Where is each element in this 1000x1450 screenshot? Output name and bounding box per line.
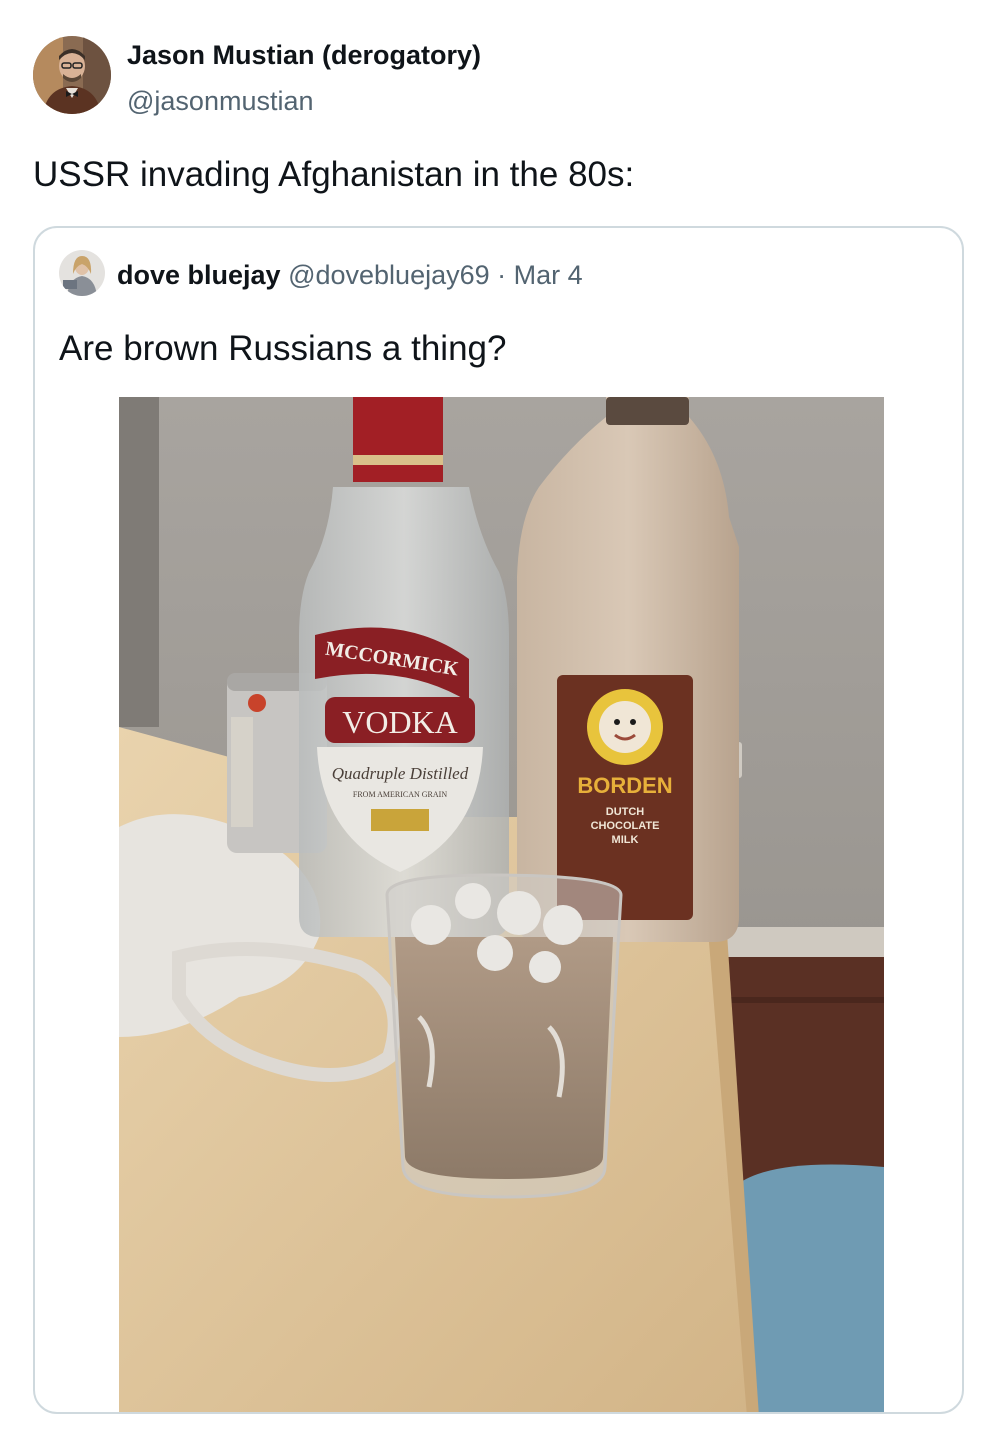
profile-photo-icon xyxy=(33,36,111,114)
milk-brand-label: BORDEN xyxy=(577,773,672,798)
milk-line3-label: MILK xyxy=(612,834,639,846)
milk-line2-label: CHOCOLATE xyxy=(591,820,660,832)
vodka-tagline-label: Quadruple Distilled xyxy=(332,764,469,783)
quote-author-avatar[interactable] xyxy=(59,250,105,296)
quote-author-handle[interactable]: @dovebluejay69 xyxy=(288,260,490,290)
quote-header: dove bluejay @dovebluejay69 · Mar 4 xyxy=(117,260,583,291)
author-handle[interactable]: @jasonmustian xyxy=(127,86,314,117)
quote-author-name[interactable]: dove bluejay xyxy=(117,260,281,290)
tweet-text: USSR invading Afghanistan in the 80s: xyxy=(33,155,635,194)
quote-photo[interactable]: MCCORMICK VODKA Quadruple Distilled FROM… xyxy=(119,397,884,1412)
quote-text: Are brown Russians a thing? xyxy=(59,329,507,368)
author-name[interactable]: Jason Mustian (derogatory) xyxy=(127,40,481,71)
milk-line1-label: DUTCH xyxy=(606,806,645,818)
quote-separator: · xyxy=(497,260,507,290)
profile-photo-icon xyxy=(59,250,105,296)
quoted-tweet-card[interactable]: dove bluejay @dovebluejay69 · Mar 4 Are … xyxy=(33,226,964,1414)
vodka-word-label: VODKA xyxy=(342,704,458,740)
brown-russian-drink-photo: MCCORMICK VODKA Quadruple Distilled FROM… xyxy=(119,397,884,1412)
quote-date[interactable]: Mar 4 xyxy=(514,260,583,290)
vodka-subline-label: FROM AMERICAN GRAIN xyxy=(353,790,447,799)
author-avatar[interactable] xyxy=(33,36,111,114)
